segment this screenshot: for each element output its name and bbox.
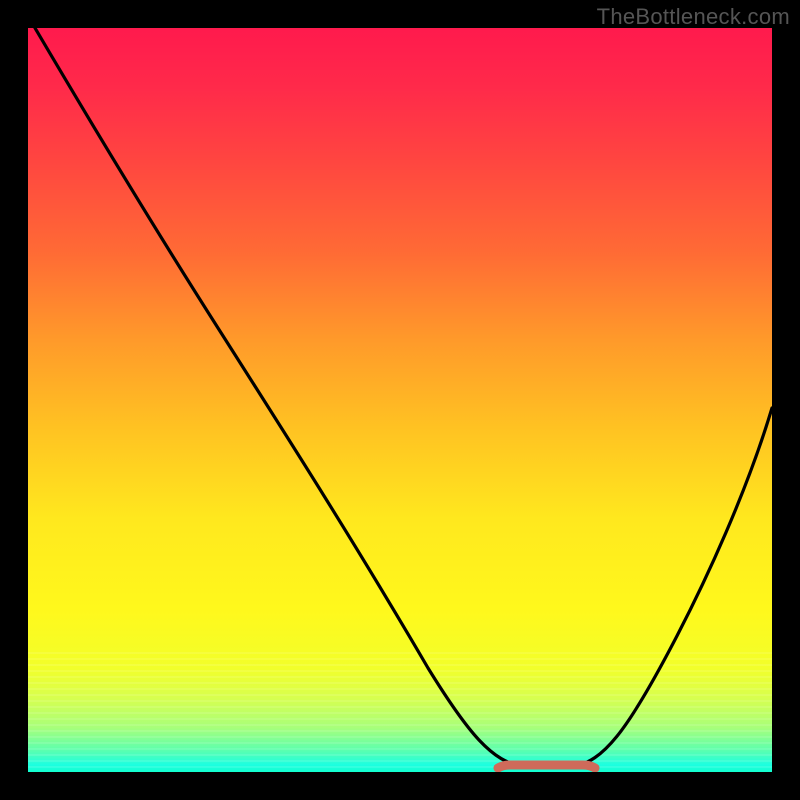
optimal-range-marker (498, 765, 595, 768)
bottleneck-curve-path (35, 28, 772, 766)
watermark-text: TheBottleneck.com (597, 4, 790, 30)
chart-plot-area (28, 28, 772, 772)
curve-svg (28, 28, 772, 772)
gradient-band-overlay (28, 652, 772, 772)
